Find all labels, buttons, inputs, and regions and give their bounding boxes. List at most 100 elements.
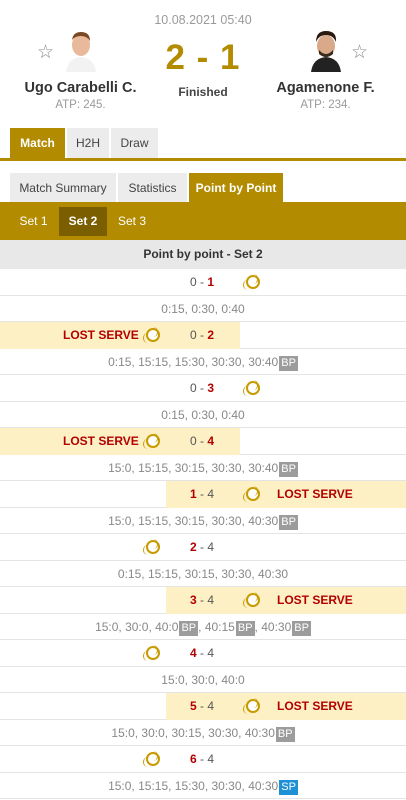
home-games: 0: [189, 381, 197, 395]
lost-serve-label: LOST SERVE: [277, 487, 353, 501]
away-games: 4: [207, 752, 215, 766]
points-sequence: 15:0, 30:0, 40:0: [0, 667, 406, 694]
score-separator: -: [196, 381, 208, 395]
points-text: 15:0, 15:15, 15:30, 30:30, 40:30: [108, 778, 279, 793]
away-games: 4: [207, 540, 215, 554]
points-row: 0:15, 15:15, 30:15, 30:30, 40:30: [0, 561, 406, 588]
score-separator: -: [196, 487, 208, 501]
game-row: LOST SERVE 3 - 4: [0, 587, 406, 614]
points-sequence: 15:0, 15:15, 15:30, 30:30, 40:30 SP: [0, 773, 406, 800]
points-text: 15:0, 15:15, 30:15, 30:30, 30:40: [108, 460, 279, 475]
game-score: 0 - 2: [172, 322, 232, 349]
home-player-name: Ugo Carabelli C.: [24, 80, 137, 96]
points-text: 15:0, 15:15, 30:15, 30:30, 40:30: [108, 513, 279, 528]
serve-ball-icon: [146, 327, 160, 342]
main-tabs: Match H2H Draw: [0, 128, 406, 161]
game-score: 4 - 4: [172, 640, 232, 667]
tab-point-by-point[interactable]: Point by Point: [189, 173, 283, 203]
match-header: 10.08.2021 05:40 ☆ Ugo Carabelli C. ATP:…: [0, 0, 406, 126]
away-player-name: Agamenone F.: [276, 80, 375, 96]
points-sequence: 0:15, 0:30, 0:40: [0, 296, 406, 323]
home-games: 2: [189, 540, 197, 554]
set-2-button[interactable]: Set 2: [59, 207, 107, 236]
points-sequence: 0:15, 0:30, 0:40: [0, 402, 406, 429]
game-row: 0 - 3: [0, 375, 406, 402]
serve-ball-icon: [146, 751, 160, 766]
away-games: 4: [207, 699, 215, 713]
points-row: 15:0, 30:0, 40:0 BP, 40:15 BP, 40:30 BP: [0, 614, 406, 640]
serve-ball-icon: [246, 274, 260, 289]
away-games: 4: [207, 487, 215, 501]
break-point-badge: BP: [275, 726, 295, 742]
set-selector: Set 1 Set 2 Set 3: [0, 202, 406, 240]
home-player[interactable]: Ugo Carabelli C. ATP: 245.: [13, 30, 148, 111]
away-player-avatar: [309, 30, 343, 72]
tab-statistics[interactable]: Statistics: [118, 173, 187, 203]
score-separator: -: [196, 540, 208, 554]
game-score: 0 - 3: [172, 375, 232, 402]
score-separator: -: [196, 699, 208, 713]
points-row: 15:0, 30:0, 40:0: [0, 667, 406, 694]
points-text: 15:0, 30:0, 40:0: [161, 672, 245, 687]
home-games: 4: [189, 646, 197, 660]
lost-serve-label: LOST SERVE: [277, 699, 353, 713]
points-text: 0:15, 15:15, 30:15, 30:30, 40:30: [117, 566, 289, 581]
tab-match-summary[interactable]: Match Summary: [10, 173, 116, 203]
points-sequence: 15:0, 15:15, 30:15, 30:30, 40:30 BP: [0, 508, 406, 535]
favorite-star-icon-away[interactable]: ☆: [351, 43, 368, 62]
away-games: 4: [207, 646, 215, 660]
score-separator: -: [196, 275, 208, 289]
score-separator: -: [196, 593, 208, 607]
game-score: 2 - 4: [172, 534, 232, 561]
break-point-badge: BP: [179, 620, 199, 636]
score-separator: -: [196, 752, 208, 766]
match-status: Finished: [178, 85, 228, 99]
home-games: 6: [189, 752, 197, 766]
points-sequence: 15:0, 30:0, 30:15, 30:30, 40:30 BP: [0, 720, 406, 747]
points-text: 0:15, 15:15, 15:30, 30:30, 30:40: [108, 354, 279, 369]
pbp-section-title: Point by point - Set 2: [0, 240, 406, 269]
break-point-badge: BP: [235, 620, 255, 636]
break-point-badge: BP: [279, 461, 298, 477]
serve-ball-icon: [246, 592, 260, 607]
serve-ball-icon: [246, 380, 260, 395]
game-score: 0 - 4: [172, 428, 232, 455]
points-sequence: 15:0, 15:15, 30:15, 30:30, 30:40 BP: [0, 455, 406, 482]
game-row: 4 - 4: [0, 640, 406, 667]
away-player[interactable]: Agamenone F. ATP: 234.: [258, 30, 393, 111]
game-row: 0 - 1: [0, 269, 406, 296]
points-row: 0:15, 0:30, 0:40: [0, 402, 406, 429]
game-score: 6 - 4: [172, 746, 232, 773]
points-sequence: 0:15, 15:15, 30:15, 30:30, 40:30: [0, 561, 406, 588]
tab-match[interactable]: Match: [10, 128, 65, 158]
match-score: 2 - 1: [165, 38, 241, 77]
away-games: 3: [207, 381, 215, 395]
lost-serve-label: LOST SERVE: [277, 593, 353, 607]
serve-ball-icon: [146, 433, 160, 448]
tab-draw[interactable]: Draw: [111, 128, 158, 158]
away-games: 2: [207, 328, 215, 342]
game-row: 2 - 4: [0, 534, 406, 561]
lost-serve-label: LOST SERVE: [63, 434, 139, 448]
set-1-button[interactable]: Set 1: [10, 207, 57, 236]
points-text: , 40:30: [254, 619, 292, 634]
points-row: 15:0, 15:15, 30:15, 30:30, 40:30 BP: [0, 508, 406, 535]
game-row: LOST SERVE 5 - 4: [0, 693, 406, 720]
away-games: 4: [207, 593, 215, 607]
break-point-badge: BP: [292, 620, 311, 636]
match-date: 10.08.2021 05:40: [154, 13, 252, 27]
home-games: 3: [189, 593, 197, 607]
points-text: 15:0, 30:0, 30:15, 30:30, 40:30: [111, 725, 275, 740]
set-3-button[interactable]: Set 3: [109, 207, 155, 236]
home-player-rank: ATP: 245.: [55, 99, 106, 111]
home-games: 5: [189, 699, 197, 713]
score-separator: -: [196, 328, 208, 342]
pbp-list: 0 - 1 0:15, 0:30, 0:40 LOST SERVE 0 - 2 0:15…: [0, 269, 406, 799]
score-separator: -: [196, 646, 208, 660]
tab-h2h[interactable]: H2H: [67, 128, 109, 158]
away-games: 4: [207, 434, 215, 448]
points-row: 15:0, 15:15, 15:30, 30:30, 40:30 SP: [0, 773, 406, 800]
points-text: 0:15, 0:30, 0:40: [161, 407, 245, 422]
serve-ball-icon: [246, 698, 260, 713]
home-player-avatar: [64, 30, 98, 72]
